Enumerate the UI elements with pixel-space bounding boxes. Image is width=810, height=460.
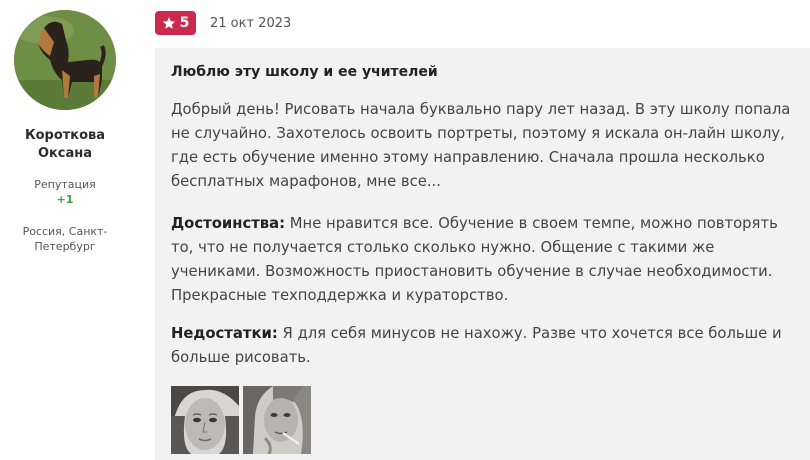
review-card: Люблю эту школу и ее учителей Добрый ден… bbox=[155, 48, 810, 460]
reputation-label: Репутация bbox=[34, 178, 96, 191]
pros-label: Достоинства: bbox=[171, 215, 286, 232]
review-photo-thumbnail[interactable] bbox=[171, 386, 239, 454]
author-name[interactable]: Короткова Оксана bbox=[0, 127, 130, 163]
rating-value: 5 bbox=[179, 15, 190, 31]
rating-badge: 5 bbox=[155, 11, 196, 35]
review-title[interactable]: Люблю эту школу и ее учителей bbox=[171, 64, 438, 80]
avatar[interactable] bbox=[14, 10, 116, 110]
cons-label: Недостатки: bbox=[171, 325, 278, 342]
author-location: Россия, Санкт-Петербург bbox=[22, 225, 108, 253]
reputation-value: +1 bbox=[56, 193, 74, 206]
review-header: 5 21 окт 2023 bbox=[155, 10, 810, 38]
dog-photo bbox=[14, 10, 116, 110]
review-photo-thumbnail[interactable] bbox=[243, 386, 311, 454]
review-text: Добрый день! Рисовать начала буквально п… bbox=[171, 101, 791, 190]
author-sidebar: Короткова Оксана Репутация +1 Россия, Са… bbox=[0, 0, 130, 460]
review-date: 21 окт 2023 bbox=[210, 16, 292, 31]
review-pros: Достоинства: Мне нравится все. Обучение … bbox=[171, 212, 796, 308]
star-icon bbox=[162, 17, 175, 29]
review-cons: Недостатки: Я для себя минусов не нахожу… bbox=[171, 322, 796, 370]
